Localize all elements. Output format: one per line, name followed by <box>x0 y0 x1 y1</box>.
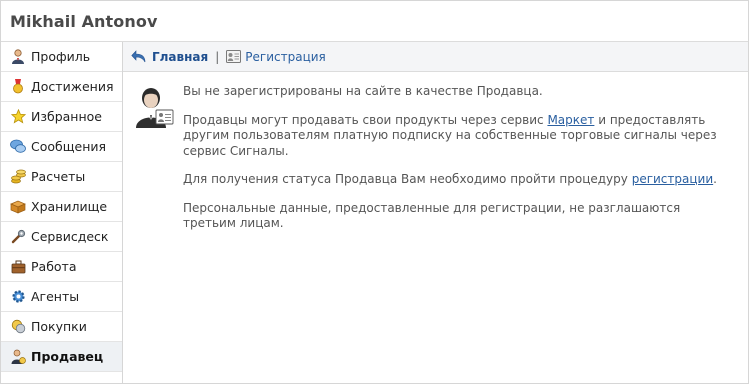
registration-link[interactable]: регистрации <box>632 172 713 186</box>
seller-page: Mikhail Antonov Профиль Достижения Избра… <box>0 0 749 384</box>
sidebar-item-purchases[interactable]: Покупки <box>1 312 122 342</box>
user-icon <box>10 49 26 65</box>
sidebar-item-label: Хранилище <box>31 199 108 214</box>
breadcrumb-separator: | <box>215 49 220 64</box>
star-icon <box>10 109 26 125</box>
chat-icon <box>10 139 26 155</box>
breadcrumb-registration[interactable]: Регистрация <box>226 49 326 64</box>
registration-instructions-text: Для получения статуса Продавца Вам необх… <box>183 172 632 186</box>
sidebar-item-agents[interactable]: Агенты <box>1 282 122 312</box>
sidebar-item-label: Достижения <box>31 79 114 94</box>
sidebar-item-profile[interactable]: Профиль <box>1 42 122 72</box>
back-arrow-icon <box>131 50 147 63</box>
sidebar-item-achievements[interactable]: Достижения <box>1 72 122 102</box>
sidebar-item-jobs[interactable]: Работа <box>1 252 122 282</box>
sidebar-item-servicedesk[interactable]: Сервисдеск <box>1 222 122 252</box>
page-header: Mikhail Antonov <box>1 1 748 42</box>
purchases-icon <box>10 319 26 335</box>
sidebar-item-favorites[interactable]: Избранное <box>1 102 122 132</box>
sidebar-item-storage[interactable]: Хранилище <box>1 192 122 222</box>
sidebar-item-label: Расчеты <box>31 169 86 184</box>
main-panel: Главная | Регистрация Вы не зарегистриро… <box>123 42 748 383</box>
breadcrumb-home-label: Главная <box>152 49 209 64</box>
privacy-note: Персональные данные, предоставленные для… <box>183 200 681 231</box>
user-name: Mikhail Antonov <box>10 11 158 31</box>
tools-icon <box>10 229 26 245</box>
sellers-description-text: Продавцы могут продавать свои продукты ч… <box>183 112 548 127</box>
sidebar-item-payments[interactable]: Расчеты <box>1 162 122 192</box>
sidebar-item-messages[interactable]: Сообщения <box>1 132 122 162</box>
seller-icon <box>10 349 26 365</box>
sidebar-item-label: Сообщения <box>31 139 107 154</box>
not-registered-text: Вы не зарегистрированы на сайте в качест… <box>183 84 543 98</box>
market-link[interactable]: Маркет <box>547 113 594 127</box>
sidebar-item-label: Агенты <box>31 289 80 304</box>
registration-instructions: Для получения статуса Продавца Вам необх… <box>183 172 723 188</box>
sellers-description: Продавцы могут продавать свои продукты ч… <box>183 113 723 160</box>
seller-info: Вы не зарегистрированы на сайте в качест… <box>123 72 748 232</box>
sidebar-item-label: Профиль <box>31 49 91 64</box>
briefcase-icon <box>10 259 26 275</box>
box-icon <box>10 199 26 215</box>
coins-icon <box>10 169 26 185</box>
seller-avatar-icon <box>135 84 175 132</box>
breadcrumb-home[interactable]: Главная <box>131 50 208 64</box>
sidebar-item-label: Сервисдеск <box>31 229 109 244</box>
sidebar-item-seller[interactable]: Продавец <box>1 342 122 372</box>
breadcrumb-registration-label: Регистрация <box>245 49 326 64</box>
sidebar-item-label: Покупки <box>31 319 87 334</box>
sidebar-item-label: Избранное <box>31 109 102 124</box>
sidebar-item-label: Продавец <box>31 349 104 364</box>
gear-icon <box>10 289 26 305</box>
registration-instructions-end: . <box>713 172 717 186</box>
breadcrumb: Главная | Регистрация <box>123 42 748 72</box>
medal-icon <box>10 79 26 95</box>
id-card-icon <box>226 50 242 63</box>
sidebar-item-label: Работа <box>31 259 77 274</box>
sidebar: Профиль Достижения Избранное Сообщения Р… <box>1 42 123 383</box>
